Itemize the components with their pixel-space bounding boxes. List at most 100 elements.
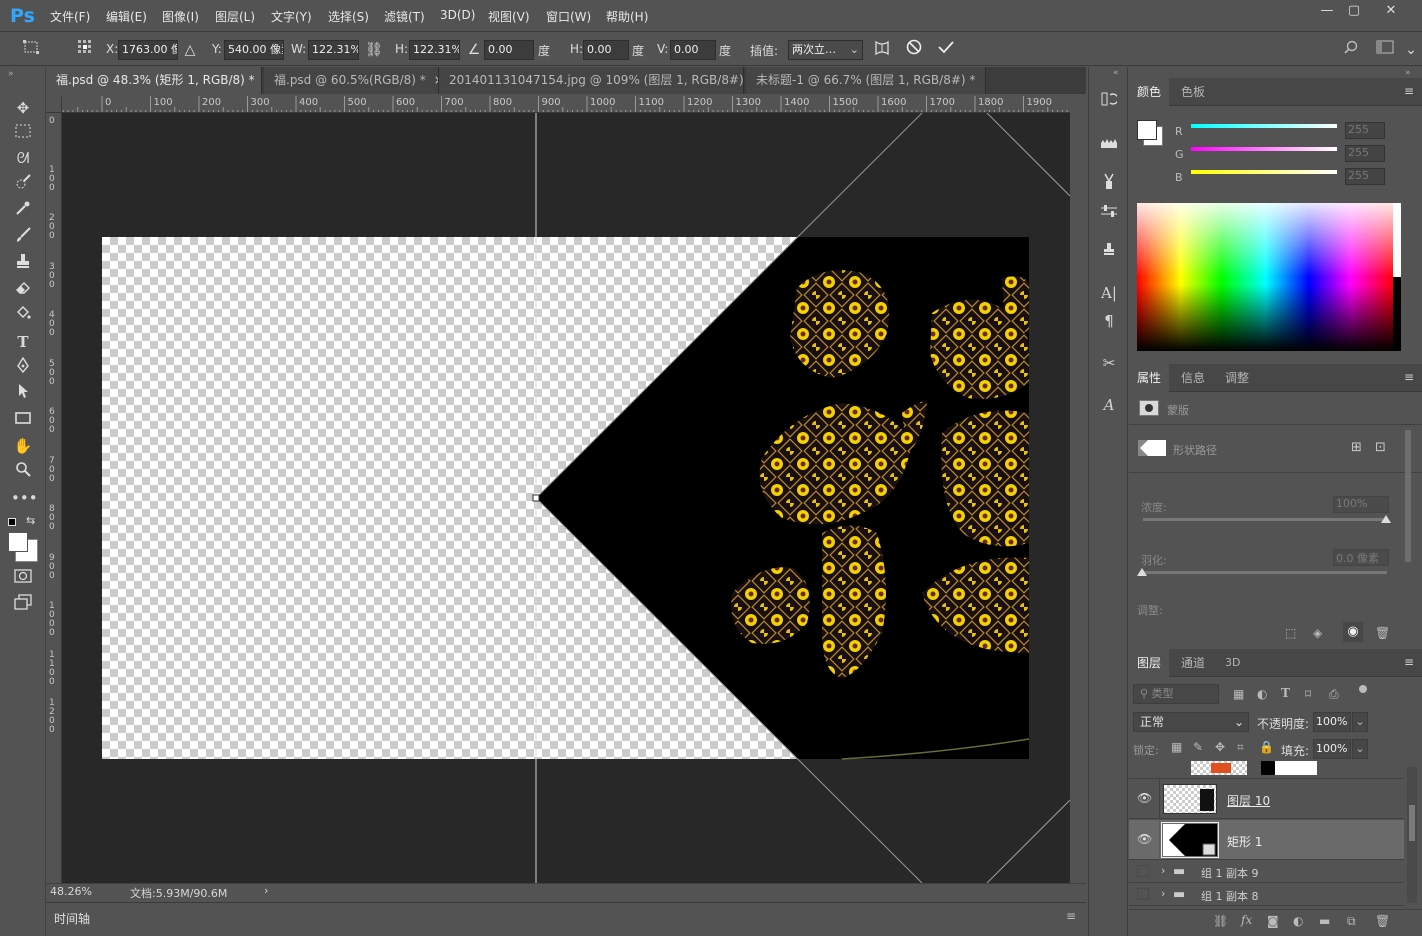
tab-info[interactable]: 信息	[1173, 364, 1213, 392]
menu-select[interactable]: 选择(S)	[328, 8, 369, 25]
close-window-button[interactable]: ✕	[1378, 2, 1404, 20]
menu-type[interactable]: 文字(Y)	[271, 8, 312, 25]
link-icon[interactable]: ⛓	[1213, 914, 1228, 928]
zoom-level[interactable]: 48.26%	[50, 885, 92, 898]
density-handle[interactable]	[1381, 515, 1391, 523]
close-tab-icon[interactable]: ×	[983, 73, 985, 87]
layer-row-selected[interactable]: 👁 矩形 1	[1129, 820, 1404, 860]
b-value[interactable]: 255	[1345, 168, 1385, 185]
tab-channels[interactable]: 通道	[1173, 649, 1213, 677]
menu-help[interactable]: 帮助(H)	[606, 8, 648, 25]
opacity-field[interactable]: 100%	[1313, 712, 1351, 732]
layer-row-partial[interactable]	[1129, 761, 1404, 779]
panel-menu-icon[interactable]: ≡	[1404, 84, 1414, 98]
group-name[interactable]: 组 1 副本 9	[1201, 865, 1259, 881]
menu-window[interactable]: 窗口(W)	[546, 8, 591, 25]
tab-layers[interactable]: 图层	[1129, 649, 1170, 677]
load-selection-icon[interactable]: ⬚	[1285, 626, 1296, 640]
glyphs-panel-icon[interactable]: A	[1097, 394, 1121, 416]
group-row[interactable]: › ▬ 组 1 副本 9	[1129, 861, 1404, 883]
collapse-dock-icon[interactable]: «	[1113, 68, 1119, 78]
angle-field[interactable]: 0.00	[484, 40, 534, 60]
menu-image[interactable]: 图像(I)	[162, 8, 199, 25]
workspace-dropdown-icon[interactable]: ⌄	[1400, 39, 1422, 61]
canvas-vertical-scrollbar[interactable]	[1070, 96, 1086, 883]
vskew-field[interactable]: 0.00	[670, 40, 716, 60]
workspace-icon[interactable]	[1374, 39, 1396, 61]
density-value[interactable]: 100%	[1333, 496, 1389, 513]
hskew-field[interactable]: 0.00	[583, 40, 629, 60]
opacity-dropdown-icon[interactable]: ⌄	[1352, 712, 1368, 732]
clone-source-icon[interactable]	[1097, 240, 1121, 262]
tab-adjustments[interactable]: 调整	[1217, 364, 1257, 392]
path-select-tool-icon[interactable]	[11, 383, 35, 405]
folder-icon[interactable]: ▬	[1319, 914, 1330, 928]
menu-file[interactable]: 文件(F)	[50, 8, 90, 25]
zoom-tool-icon[interactable]	[11, 461, 35, 483]
group-name[interactable]: 组 1 副本 8	[1201, 888, 1259, 904]
paragraph-panel-icon[interactable]: ¶	[1097, 310, 1121, 332]
menu-view[interactable]: 视图(V)	[488, 8, 530, 25]
default-colors-icon[interactable]	[8, 518, 16, 526]
swap-colors-icon[interactable]: ⇆	[26, 514, 35, 527]
quick-select-tool-icon[interactable]	[11, 174, 35, 196]
layer-row[interactable]: 👁 图层 10	[1129, 779, 1404, 819]
r-value[interactable]: 255	[1345, 122, 1385, 139]
panel-menu-icon[interactable]: ≡	[1404, 370, 1414, 384]
visibility-off-box[interactable]	[1137, 888, 1149, 900]
brush-presets-icon[interactable]	[1097, 133, 1121, 155]
visibility-eye-icon[interactable]: 👁	[1137, 832, 1152, 846]
y-field[interactable]: 540.00 像素	[224, 40, 284, 60]
filter-type-icon[interactable]: T	[1281, 686, 1290, 700]
layer-filter-select[interactable]: ⚲ 类型	[1133, 684, 1219, 704]
ruler-origin[interactable]	[46, 96, 62, 113]
reference-point-icon[interactable]	[74, 39, 96, 61]
tab-swatches[interactable]: 色板	[1173, 78, 1213, 106]
lock-all-icon[interactable]: 🔒	[1259, 740, 1274, 754]
collapse-toolbar-icon[interactable]: »	[8, 69, 14, 79]
quick-mask-icon[interactable]	[11, 567, 35, 589]
density-slider[interactable]	[1143, 518, 1387, 521]
move-tool-icon[interactable]: ✥	[11, 97, 35, 119]
cancel-transform-icon[interactable]	[903, 39, 925, 61]
menu-edit[interactable]: 编辑(E)	[106, 8, 147, 25]
screen-mode-icon[interactable]	[11, 594, 35, 616]
tab-color[interactable]: 颜色	[1129, 78, 1170, 106]
eyedropper-tool-icon[interactable]	[11, 200, 35, 222]
collapse-panels-icon[interactable]: »	[1405, 68, 1411, 78]
lock-position-icon[interactable]: ✥	[1215, 740, 1225, 754]
filter-shape-icon[interactable]: ⌑	[1305, 687, 1311, 701]
bucket-tool-icon[interactable]	[11, 305, 35, 327]
fill-dropdown-icon[interactable]: ⌄	[1352, 739, 1368, 759]
w-field[interactable]: 122.31%	[308, 40, 359, 60]
visibility-off-box[interactable]	[1137, 865, 1149, 877]
timeline-tab[interactable]: 时间轴	[54, 910, 90, 927]
add-path-icon[interactable]: ⊞	[1351, 440, 1362, 455]
r-slider[interactable]	[1191, 124, 1337, 128]
hand-tool-icon[interactable]: ✋	[11, 435, 35, 457]
filter-pixel-icon[interactable]: ▦	[1233, 687, 1244, 701]
adjustments-sliders-icon[interactable]	[1097, 202, 1121, 224]
fx-icon[interactable]: fx	[1241, 913, 1252, 927]
search-icon[interactable]	[1340, 39, 1362, 61]
properties-scrollbar[interactable]	[1405, 430, 1411, 562]
tab-3d[interactable]: 3D	[1217, 649, 1248, 677]
chevron-right-icon[interactable]: ›	[1161, 887, 1165, 900]
mask-icon[interactable]: ◙	[1267, 914, 1279, 928]
filter-smart-object-icon[interactable]: ⎙	[1329, 687, 1339, 702]
path-options-icon[interactable]: ⊡	[1375, 440, 1386, 455]
feather-slider[interactable]	[1143, 571, 1387, 574]
tool-presets-icon[interactable]	[1097, 172, 1121, 194]
layers-scrollbar[interactable]	[1407, 767, 1417, 903]
adjustment-icon[interactable]: ◐	[1293, 914, 1303, 928]
panel-menu-icon[interactable]: ≡	[1066, 909, 1076, 923]
vertical-ruler[interactable]: 0 1 0 0 2 0 0 3 0 0 4 0 0 5 0 0 6 0 0 7 0 0 8 0 …	[46, 113, 62, 883]
fill-field[interactable]: 100%	[1313, 739, 1351, 759]
minimize-button[interactable]: —	[1314, 2, 1340, 20]
lock-artboard-icon[interactable]: ⌗	[1237, 740, 1244, 755]
commit-transform-icon[interactable]	[935, 39, 957, 61]
brush-tool-icon[interactable]	[11, 227, 35, 249]
tab-fu-psd-60[interactable]: 福.psd @ 60.5%(RGB/8) *×	[264, 67, 439, 94]
tab-untitled-1[interactable]: 未标题-1 @ 66.7% (图层 1, RGB/8#) * ×	[746, 67, 986, 94]
panel-menu-icon[interactable]: ≡	[1404, 655, 1414, 669]
